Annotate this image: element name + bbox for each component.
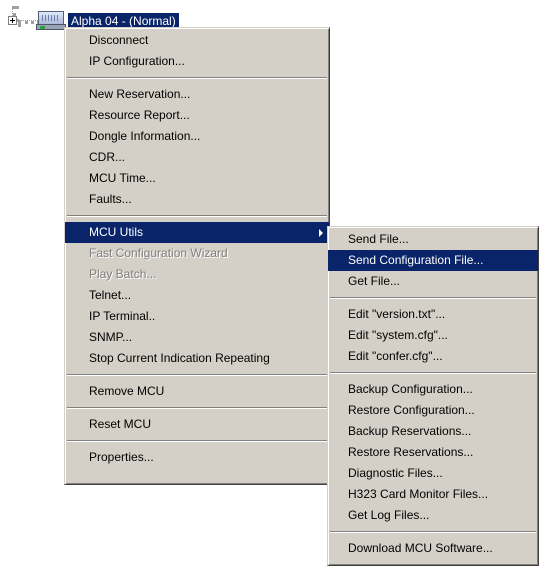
menu-item-faults[interactable]: Faults... [65,189,329,210]
menu-item-backup-configuration[interactable]: Backup Configuration... [328,379,538,400]
menu-item-edit-system-cfg[interactable]: Edit "system.cfg"... [328,325,538,346]
menu-separator [330,531,536,533]
menu-separator [67,374,327,376]
menu-item-get-file[interactable]: Get File... [328,271,538,292]
menu-item-send-file[interactable]: Send File... [328,229,538,250]
mcu-utils-submenu: Send File... Send Configuration File... Ge… [327,226,539,566]
menu-item-h323-card-monitor-files[interactable]: H323 Card Monitor Files... [328,484,538,505]
submenu-arrow-icon [319,229,323,237]
menu-item-mcu-utils[interactable]: MCU Utils [65,222,329,243]
menu-item-diagnostic-files[interactable]: Diagnostic Files... [328,463,538,484]
menu-separator [67,440,327,442]
menu-item-restore-reservations[interactable]: Restore Reservations... [328,442,538,463]
menu-item-edit-version-txt[interactable]: Edit "version.txt"... [328,304,538,325]
menu-item-reset-mcu[interactable]: Reset MCU [65,414,329,435]
menu-item-dongle-information[interactable]: Dongle Information... [65,126,329,147]
menu-item-ip-configuration[interactable]: IP Configuration... [65,51,329,72]
expand-icon[interactable] [8,16,17,25]
menu-item-download-mcu-software[interactable]: Download MCU Software... [328,538,538,559]
menu-item-properties[interactable]: Properties... [65,447,329,468]
menu-item-get-log-files[interactable]: Get Log Files... [328,505,538,526]
mcu-device-icon [36,11,66,31]
menu-item-edit-confer-cfg[interactable]: Edit "confer.cfg"... [328,346,538,367]
menu-item-backup-reservations[interactable]: Backup Reservations... [328,421,538,442]
menu-separator [67,215,327,217]
menu-item-telnet[interactable]: Telnet... [65,285,329,306]
menu-item-fast-configuration-wizard: Fast Configuration Wizard [89,246,228,260]
menu-item-ip-terminal[interactable]: IP Terminal.. [65,306,329,327]
menu-item-snmp[interactable]: SNMP... [65,327,329,348]
context-menu: Disconnect IP Configuration... New Reserva… [64,27,330,485]
menu-separator [67,77,327,79]
menu-item-remove-mcu[interactable]: Remove MCU [65,381,329,402]
menu-item-disconnect[interactable]: Disconnect [65,30,329,51]
menu-item-resource-report[interactable]: Resource Report... [65,105,329,126]
menu-separator [330,297,536,299]
menu-separator [330,372,536,374]
menu-item-send-configuration-file[interactable]: Send Configuration File... [328,250,538,271]
menu-item-stop-current-indication-repeating[interactable]: Stop Current Indication Repeating [65,348,329,369]
menu-item-new-reservation[interactable]: New Reservation... [65,84,329,105]
menu-separator [67,407,327,409]
menu-item-play-batch: Play Batch... [89,267,157,281]
menu-item-mcu-time[interactable]: MCU Time... [65,168,329,189]
menu-item-cdr[interactable]: CDR... [65,147,329,168]
menu-item-restore-configuration[interactable]: Restore Configuration... [328,400,538,421]
